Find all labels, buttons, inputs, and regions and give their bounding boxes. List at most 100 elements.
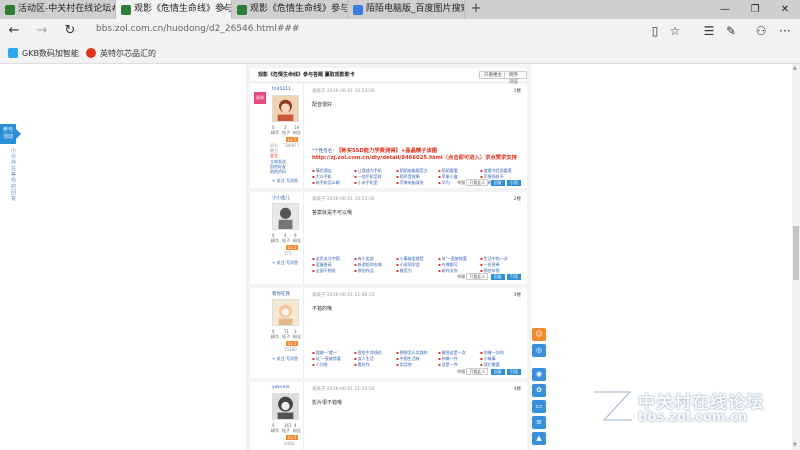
favorite-item-intel[interactable]: 英特尔芯品汇的 bbox=[86, 48, 156, 59]
author-name[interactable]: 小小鱼儿 bbox=[272, 195, 290, 201]
qq-icon[interactable]: ◎ bbox=[532, 344, 546, 357]
reply-button[interactable]: 回复 bbox=[490, 274, 505, 280]
restore-button[interactable]: ❐ bbox=[740, 0, 770, 19]
author-name[interactable]: tnd1011 bbox=[272, 87, 291, 92]
minimize-button[interactable]: — bbox=[710, 0, 740, 19]
related-link[interactable]: ▪看好作 bbox=[354, 362, 396, 367]
back-button[interactable]: ← bbox=[4, 21, 24, 41]
related-link[interactable]: ▪我们需要 bbox=[480, 362, 522, 367]
sign-in-icon[interactable]: ☺ bbox=[532, 328, 546, 341]
follow-link[interactable]: + 关注 bbox=[272, 178, 285, 184]
related-link[interactable]: ▪小问答 bbox=[312, 362, 354, 367]
quote-button[interactable]: 引用 bbox=[507, 274, 521, 280]
related-link[interactable]: ▪陌陌电脑版官方 bbox=[396, 168, 438, 173]
related-link[interactable]: ▪陌陌看看 bbox=[438, 168, 480, 173]
related-link[interactable]: ▪大众手机 bbox=[312, 174, 354, 179]
related-link[interactable]: ▪这是一件 bbox=[438, 362, 480, 367]
report-link[interactable]: 举报 bbox=[457, 369, 465, 374]
reply-prompt[interactable]: 小伙伴在等你的回复 bbox=[11, 148, 19, 202]
quote-button[interactable]: 引用 bbox=[507, 180, 521, 186]
scroll-thumb[interactable] bbox=[793, 226, 799, 280]
related-link[interactable]: ▪你做一件 bbox=[438, 356, 480, 361]
related-link[interactable]: ▪小故事 bbox=[480, 356, 522, 361]
scroll-up-icon[interactable]: ▲ bbox=[793, 65, 797, 71]
related-link[interactable]: ▪新手机怎么刷 bbox=[312, 180, 354, 185]
related-link[interactable]: ▪全部不想说 bbox=[312, 268, 354, 273]
more-icon[interactable]: ··· bbox=[776, 22, 794, 40]
join-activity-badge[interactable]: 参与 活动 bbox=[0, 124, 21, 144]
related-link[interactable]: ▪我做一'就一' bbox=[312, 350, 354, 355]
report-link[interactable]: 举报 bbox=[457, 274, 465, 279]
related-link[interactable]: ▪让我成为手机 bbox=[354, 168, 396, 173]
related-link[interactable]: ▪能否为 bbox=[396, 268, 438, 273]
hub-icon[interactable]: ☰ bbox=[700, 22, 718, 40]
list-icon[interactable]: ≡ bbox=[532, 416, 546, 429]
follow-link[interactable]: + 关注 bbox=[272, 356, 285, 362]
related-link[interactable]: ▪中国生活有 bbox=[396, 356, 438, 361]
new-tab-button[interactable]: + bbox=[465, 0, 487, 19]
favorite-item-gkb[interactable]: GKB数码加智能 bbox=[8, 48, 79, 59]
related-link[interactable]: ▪陌声音效果 bbox=[396, 174, 438, 179]
favorite-star-icon[interactable]: ☆ bbox=[666, 22, 684, 40]
forward-button[interactable]: → bbox=[32, 21, 52, 41]
reading-view-icon[interactable]: ▯ bbox=[646, 22, 664, 40]
tab-2[interactable]: 观影《危情生命线》参与 ✕ bbox=[116, 0, 232, 19]
only-author-button[interactable]: 只看楼主 bbox=[479, 71, 507, 79]
related-link[interactable]: ▪坑'一直被惊喜 bbox=[312, 356, 354, 361]
related-link[interactable]: ▪度看节目观看直 bbox=[480, 168, 522, 173]
only-this-user-box[interactable]: 只看此人 bbox=[466, 368, 489, 375]
only-this-user-box[interactable]: 只看此人 bbox=[466, 273, 489, 280]
related-link[interactable]: ▪小事故里就是 bbox=[396, 256, 438, 261]
avatar[interactable] bbox=[272, 393, 299, 420]
avatar[interactable] bbox=[272, 95, 299, 122]
reverse-order-button[interactable]: 倒序浏览 bbox=[504, 71, 527, 85]
close-tab-icon[interactable]: ✕ bbox=[220, 0, 228, 19]
report-link[interactable]: 举报 bbox=[457, 180, 465, 185]
tab-3[interactable]: 观影《危情生命线》参与答 bbox=[232, 0, 348, 19]
weibo-icon[interactable]: ◉ bbox=[532, 368, 546, 381]
quote-button[interactable]: 引用 bbox=[507, 369, 521, 375]
reply-button[interactable]: 回复 bbox=[490, 180, 505, 186]
related-link[interactable]: ▪女人生活 bbox=[354, 356, 396, 361]
related-link[interactable]: ▪在哪都可 bbox=[438, 262, 480, 267]
author-name[interactable]: 看你在我 bbox=[272, 291, 290, 297]
follow-link[interactable]: + 关注 bbox=[272, 260, 285, 266]
comment-icon[interactable]: ▭ bbox=[532, 400, 546, 413]
related-link[interactable]: ▪小说同学会 bbox=[396, 262, 438, 267]
author-name[interactable]: yokvele bbox=[272, 385, 289, 390]
related-link[interactable]: ▪一份答卷 bbox=[480, 262, 522, 267]
related-link[interactable]: ▪实话你 bbox=[396, 362, 438, 367]
message-link[interactable]: 写消息 bbox=[286, 260, 298, 266]
tab-1[interactable]: 活动区-中关村在线论坛#c bbox=[0, 0, 116, 19]
signature-promo[interactable]: *个性签名： 【新买SSD能力学费测得】+晶晶精子该圈http://zj.zol.… bbox=[312, 148, 522, 162]
back-to-top-icon[interactable]: ▲ bbox=[532, 432, 546, 445]
related-link[interactable]: ▪做答这是一次 bbox=[438, 350, 480, 355]
related-link[interactable]: ▪有小卖部 bbox=[354, 256, 396, 261]
related-link[interactable]: ▪坑'一直被惊喜 bbox=[438, 256, 480, 261]
address-bar[interactable]: bbs.zol.com.cn/huodong/d2_26546.html### bbox=[96, 24, 299, 34]
related-link[interactable]: ▪那些生命线也 bbox=[354, 350, 396, 355]
refresh-button[interactable]: ↻ bbox=[60, 21, 80, 41]
avatar[interactable] bbox=[272, 299, 299, 326]
related-link[interactable]: ▪想想怎么实践的 bbox=[396, 350, 438, 355]
related-link[interactable]: ▪原创作品 bbox=[354, 268, 396, 273]
related-link[interactable]: ▪新游陪你去哪 bbox=[354, 262, 396, 267]
related-link[interactable]: ▪你做一次的 bbox=[480, 350, 522, 355]
related-link[interactable]: ▪一加手机怎样 bbox=[354, 174, 396, 179]
tab-4[interactable]: 陌陌电脑版_百度图片搜索 bbox=[348, 0, 465, 19]
reply-button[interactable]: 回复 bbox=[490, 369, 505, 375]
web-note-icon[interactable]: ✎ bbox=[722, 22, 740, 40]
related-link[interactable]: ▪苹果电脑双系 bbox=[396, 180, 438, 185]
only-this-user-box[interactable]: 只看此人 bbox=[466, 179, 489, 186]
related-link[interactable]: ▪全民关注中国 bbox=[312, 256, 354, 261]
related-link[interactable]: ▪生活中的一次 bbox=[480, 256, 522, 261]
related-link[interactable]: ▪情侣酒店 bbox=[312, 168, 354, 173]
scroll-down-icon[interactable]: ▼ bbox=[793, 442, 797, 448]
share-icon[interactable]: ⚇ bbox=[752, 22, 770, 40]
related-link[interactable]: ▪小米手机里 bbox=[354, 180, 396, 185]
message-link[interactable]: 写消息 bbox=[286, 178, 298, 184]
message-link[interactable]: 写消息 bbox=[286, 356, 298, 362]
avatar[interactable] bbox=[272, 203, 299, 230]
app-icon[interactable]: ✿ bbox=[532, 384, 546, 397]
close-window-button[interactable]: ✕ bbox=[770, 0, 800, 19]
